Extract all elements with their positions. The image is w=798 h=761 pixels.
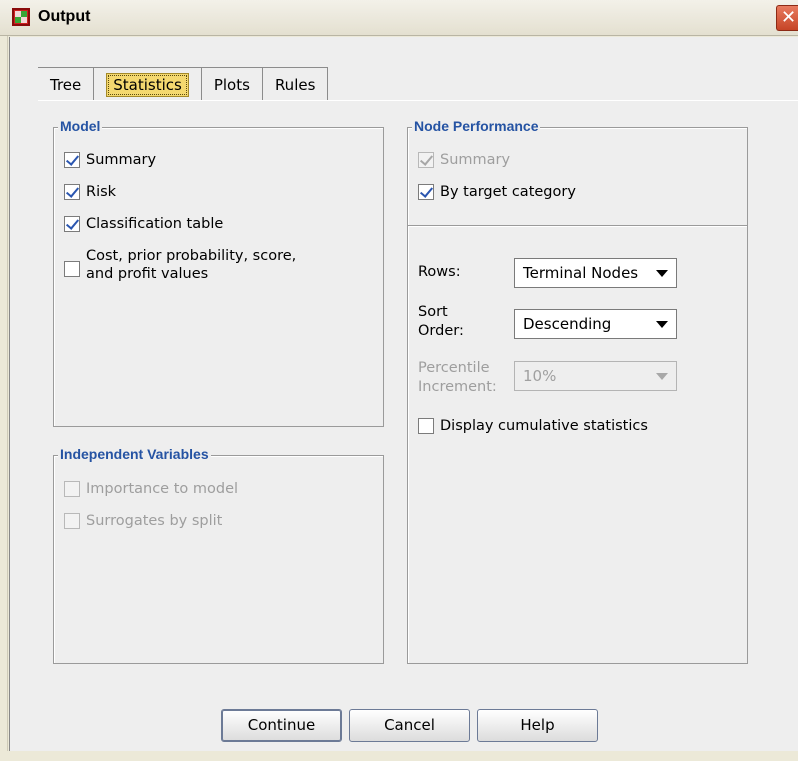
- sort-order-value: Descending: [523, 315, 612, 333]
- close-button[interactable]: ✕: [776, 5, 798, 31]
- close-icon: ✕: [780, 7, 797, 28]
- percentile-value: 10%: [523, 367, 557, 385]
- surrogates-label: Surrogates by split: [86, 513, 223, 529]
- np-summary-checkbox[interactable]: Summary: [418, 151, 510, 169]
- chevron-down-icon: [656, 270, 668, 277]
- sort-order-label-line2: Order:: [418, 323, 464, 339]
- chevron-down-icon: [656, 373, 668, 380]
- dialog-body: Tree Statistics Plots Rules Model Summar…: [9, 37, 798, 751]
- window-title: Output: [38, 8, 91, 25]
- summary-checkbox[interactable]: Summary: [64, 151, 156, 169]
- continue-button[interactable]: Continue: [221, 709, 342, 742]
- tab-rules-label: Rules: [274, 75, 316, 94]
- summary-label: Summary: [86, 152, 157, 168]
- rows-label: Rows:: [418, 264, 461, 280]
- node-performance-legend: Node Performance: [412, 118, 541, 134]
- checkmark-icon: [418, 184, 434, 200]
- percentile-label-line2: Increment:: [418, 379, 497, 395]
- display-cumulative-checkbox[interactable]: Display cumulative statistics: [418, 417, 648, 435]
- tab-statistics-label: Statistics: [106, 72, 189, 97]
- checkmark-icon: [64, 216, 80, 232]
- independent-variables-legend: Independent Variables: [58, 446, 211, 462]
- sort-order-label: Sort Order:: [418, 303, 464, 341]
- cost-profit-label: Cost, prior probability, score, and prof…: [86, 247, 296, 283]
- tab-plots-label: Plots: [213, 75, 250, 94]
- separator: [408, 225, 747, 226]
- sort-order-label-line1: Sort: [418, 304, 448, 320]
- checkbox-box: [418, 418, 434, 434]
- percentile-label-line1: Percentile: [418, 360, 490, 376]
- tab-baseline: [38, 100, 798, 101]
- percentile-increment-dropdown[interactable]: 10%: [514, 361, 677, 391]
- node-performance-group: Node Performance Summary By target categ…: [407, 118, 748, 664]
- cancel-button[interactable]: Cancel: [349, 709, 470, 742]
- rows-dropdown[interactable]: Terminal Nodes: [514, 258, 677, 288]
- help-button[interactable]: Help: [477, 709, 598, 742]
- by-target-category-label: By target category: [440, 184, 576, 200]
- chevron-down-icon: [656, 321, 668, 328]
- np-summary-label: Summary: [440, 152, 511, 168]
- checkbox-box: [64, 481, 80, 497]
- checkmark-icon: [418, 152, 434, 168]
- checkbox-box: [64, 513, 80, 529]
- tab-strip: Tree Statistics Plots Rules: [38, 67, 329, 101]
- display-cumulative-label: Display cumulative statistics: [440, 418, 648, 434]
- by-target-category-checkbox[interactable]: By target category: [418, 183, 576, 201]
- tab-plots[interactable]: Plots: [201, 67, 263, 101]
- cost-profit-line1: Cost, prior probability, score,: [86, 248, 297, 264]
- model-legend: Model: [58, 118, 103, 134]
- risk-label: Risk: [86, 184, 117, 200]
- tab-rules[interactable]: Rules: [262, 67, 329, 101]
- window-frame-bottom: [0, 751, 798, 761]
- checkbox-box: [64, 261, 80, 277]
- checkmark-icon: [64, 152, 80, 168]
- rows-value: Terminal Nodes: [523, 264, 639, 282]
- independent-variables-group: Independent Variables Importance to mode…: [53, 446, 384, 664]
- importance-label: Importance to model: [86, 481, 239, 497]
- title-bar: Output ✕: [0, 0, 798, 36]
- cost-profit-line2: and profit values: [86, 266, 209, 282]
- importance-checkbox[interactable]: Importance to model: [64, 480, 238, 498]
- model-group: Model Summary Risk Classification table …: [53, 118, 384, 427]
- classification-table-label: Classification table: [86, 216, 224, 232]
- sort-order-dropdown[interactable]: Descending: [514, 309, 677, 339]
- checkmark-icon: [64, 184, 80, 200]
- tab-tree-label: Tree: [50, 75, 82, 94]
- classification-table-checkbox[interactable]: Classification table: [64, 215, 223, 233]
- window-frame-left: [0, 36, 8, 761]
- tab-tree[interactable]: Tree: [38, 67, 95, 101]
- percentile-increment-label: Percentile Increment:: [418, 359, 497, 397]
- cost-profit-checkbox[interactable]: Cost, prior probability, score, and prof…: [64, 247, 296, 283]
- app-grid-icon: [12, 8, 30, 26]
- surrogates-checkbox[interactable]: Surrogates by split: [64, 512, 222, 530]
- tab-statistics[interactable]: Statistics: [94, 67, 202, 101]
- risk-checkbox[interactable]: Risk: [64, 183, 116, 201]
